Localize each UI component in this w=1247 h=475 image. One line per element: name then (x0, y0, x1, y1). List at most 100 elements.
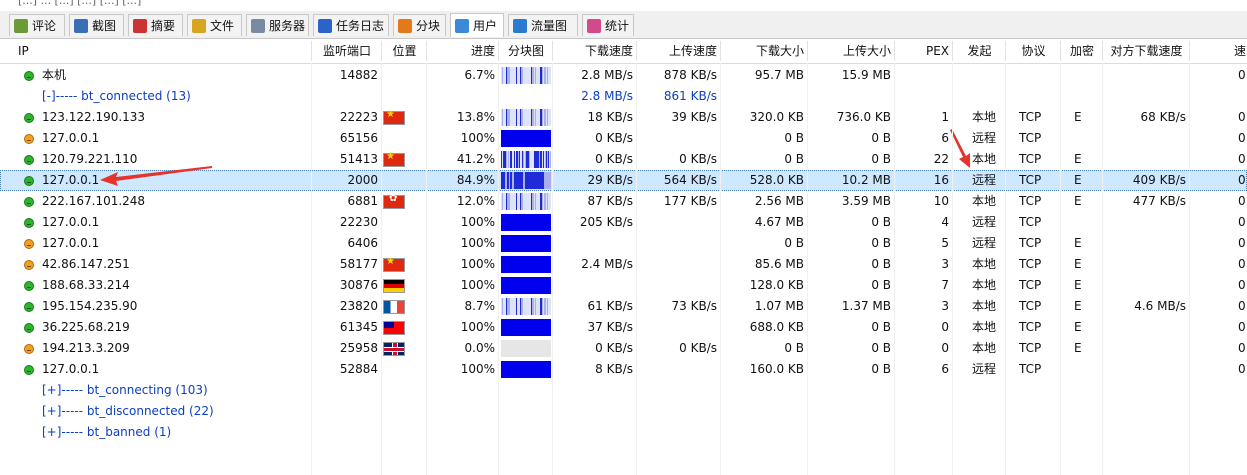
peer-ip: 127.0.0.1 (42, 236, 100, 250)
col-location[interactable]: 位置 (382, 39, 427, 63)
peer-speed: 0 (1238, 278, 1246, 292)
tab-file[interactable]: 文件 (187, 14, 242, 36)
peer-pex: 0 (941, 341, 949, 355)
group-toggle[interactable]: [-]----- bt_connected (13) (38, 86, 338, 107)
peer-uploaded: 736.0 KB (836, 110, 891, 124)
peer-status-icon (24, 365, 34, 375)
server-icon (251, 18, 265, 33)
peer-protocol: TCP (1019, 362, 1042, 376)
peer-ip: 195.154.235.90 (42, 299, 138, 313)
tab-server[interactable]: 服务器 (246, 14, 309, 36)
screenshot-icon (74, 18, 88, 33)
peer-speed: 0 (1238, 194, 1246, 208)
peer-download-speed: 205 KB/s (579, 215, 633, 229)
peer-remote-download-speed (1103, 212, 1190, 233)
tab-user[interactable]: 用户 (450, 13, 504, 37)
peer-speed: 0 (1238, 236, 1246, 250)
peer-downloaded: 320.0 KB (749, 110, 804, 124)
piece-map (501, 256, 551, 273)
file-icon (192, 18, 206, 33)
peer-pex (895, 65, 953, 86)
peer-uploaded: 10.2 MB (841, 173, 891, 187)
peer-uploaded: 0 B (871, 341, 891, 355)
peer-ip: 36.225.68.219 (42, 320, 130, 334)
flag-cross (384, 347, 404, 352)
tab-label: 摘要 (151, 19, 176, 33)
flag-canton (384, 322, 394, 328)
peer-uploaded: 0 B (871, 257, 891, 271)
peer-download-speed: 0 KB/s (595, 131, 633, 145)
flag-emblem: ✿ (389, 193, 398, 204)
group-toggle[interactable]: [+]----- bt_banned (1) (38, 422, 338, 443)
peer-speed: 0 (1238, 320, 1246, 334)
col-pieces[interactable]: 分块图 (499, 39, 553, 63)
flag-cn-icon: ★ (383, 256, 405, 272)
group-toggle[interactable]: [+]----- bt_disconnected (22) (38, 401, 338, 422)
peer-protocol: TCP (1019, 341, 1042, 355)
col-ip[interactable]: IP (14, 39, 312, 63)
peer-encryption: E (1074, 341, 1082, 355)
peer-upload-speed: 177 KB/s (663, 194, 717, 208)
col-pex[interactable]: PEX (895, 39, 953, 63)
peer-protocol: TCP (1019, 278, 1042, 292)
piece-map (501, 67, 552, 84)
title-strip-text: [...] ... [...] [...] [...] [...] (18, 0, 142, 7)
peer-uploaded: 0 B (871, 215, 891, 229)
summary-icon (133, 18, 147, 33)
col-download-speed[interactable]: 下载速度 (553, 39, 637, 63)
peer-encryption: E (1074, 320, 1082, 334)
peer-status-icon (24, 218, 34, 228)
peer-upload-speed: 0 KB/s (679, 152, 717, 166)
col-uploaded[interactable]: 上传大小 (808, 39, 895, 63)
peer-initiator: 本地 (972, 299, 997, 313)
grid-line (720, 63, 721, 475)
tab-pie[interactable]: 分块 (393, 14, 446, 36)
peer-encryption: E (1074, 152, 1082, 166)
peer-encryption: E (1074, 299, 1082, 313)
col-upload-speed[interactable]: 上传速度 (637, 39, 721, 63)
col-peer-download-speed[interactable]: 对方下载速度 (1103, 39, 1190, 63)
peer-remote-download-speed (1103, 233, 1190, 254)
peer-encryption (1070, 359, 1100, 380)
col-speed[interactable]: 速 (1190, 39, 1247, 63)
peer-initiator: 远程 (972, 173, 997, 187)
peer-download-speed: 29 KB/s (587, 173, 633, 187)
peer-port: 25958 (339, 341, 378, 355)
peer-uploaded: 0 B (871, 362, 891, 376)
piece-map (501, 361, 551, 378)
column-header: IP 监听端口 位置 进度 分块图 下载速度 上传速度 下载大小 上传大小 PEX 发起 协议 加密 对方… (0, 39, 1247, 64)
peer-downloaded: 0 B (784, 236, 804, 250)
grid-line (1060, 63, 1061, 475)
tab-graph[interactable]: 流量图 (508, 14, 578, 36)
tab-comment[interactable]: 评论 (9, 14, 65, 36)
peer-uploaded: 0 B (871, 131, 891, 145)
grid-line (552, 63, 553, 475)
tab-summary[interactable]: 摘要 (128, 14, 183, 36)
tab-screenshot[interactable]: 截图 (69, 14, 124, 36)
tab-info[interactable]: 任务日志 (313, 14, 389, 36)
tab-stats[interactable]: 统计 (582, 14, 634, 36)
group-toggle[interactable]: [+]----- bt_connecting (103) (38, 380, 338, 401)
flag-hk-icon: ✿ (383, 193, 405, 209)
col-port[interactable]: 监听端口 (312, 39, 382, 63)
col-progress[interactable]: 进度 (427, 39, 499, 63)
peer-protocol: TCP (1019, 194, 1042, 208)
col-protocol[interactable]: 协议 (1006, 39, 1061, 63)
peer-pex: 0 (941, 320, 949, 334)
peer-protocol: TCP (1019, 131, 1042, 145)
col-encryption[interactable]: 加密 (1061, 39, 1103, 63)
peer-downloaded: 85.6 MB (754, 257, 804, 271)
peer-remote-download-speed (1103, 317, 1190, 338)
peer-upload-speed: 878 KB/s (663, 68, 717, 82)
peer-status-icon (24, 281, 34, 291)
grid-line (381, 63, 382, 475)
tab-label: 流量图 (531, 19, 568, 33)
peer-upload-speed: 73 KB/s (671, 299, 717, 313)
peer-ip: 本机 (42, 68, 67, 82)
piece-map (501, 193, 552, 210)
peer-status-icon (24, 197, 34, 207)
col-initiator[interactable]: 发起 (953, 39, 1006, 63)
col-downloaded[interactable]: 下载大小 (721, 39, 808, 63)
peer-downloaded: 0 B (784, 341, 804, 355)
piece-map (501, 109, 552, 126)
